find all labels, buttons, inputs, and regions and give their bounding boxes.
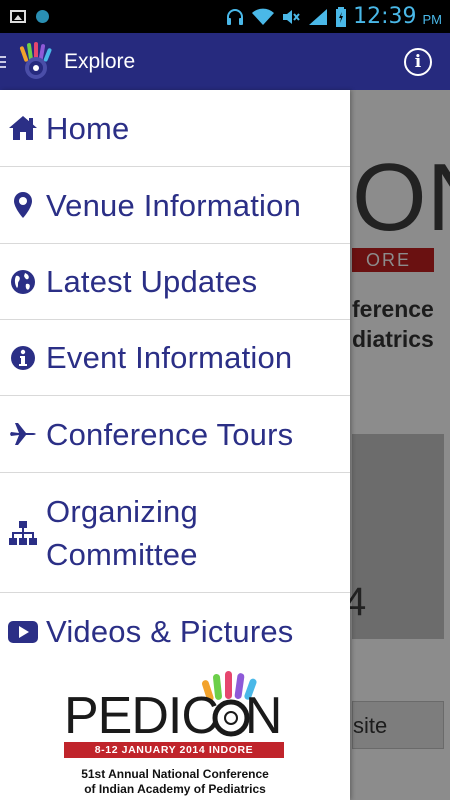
plane-icon [0, 421, 46, 447]
pedicon-logo: PEDIC N 8-12 JANUARY 2014 INDORE 51st An… [0, 662, 350, 800]
info-circle-icon [0, 345, 46, 371]
battery-icon [336, 6, 347, 27]
menu-icon[interactable] [0, 55, 6, 68]
drawer-item-videos-pictures[interactable]: Videos & Pictures [0, 593, 350, 670]
pedicon-dates: 8-12 JANUARY 2014 INDORE [64, 742, 284, 758]
page-title: Explore [64, 49, 136, 73]
pedicon-subtitle-2: of Indian Academy of Pediatrics [84, 782, 266, 796]
pedicon-subtitle-1: 51st Annual National Conference [81, 767, 269, 781]
wifi-icon [252, 8, 275, 25]
drawer-item-venue-information[interactable]: Venue Information [0, 167, 350, 244]
drawer-item-label: Conference Tours [46, 416, 294, 452]
drawer-item-conference-tours[interactable]: Conference Tours [0, 396, 350, 473]
app-logo-icon[interactable] [16, 41, 54, 82]
image-icon [10, 10, 26, 23]
drawer-item-latest-updates[interactable]: Latest Updates [0, 244, 350, 320]
drawer-item-label: Venue Information [46, 187, 302, 223]
home-icon [0, 115, 46, 141]
drawer-item-organizing-committee[interactable]: Organizing Committee [0, 473, 350, 593]
drawer-item-label: Event Information [46, 340, 293, 375]
mute-icon [283, 9, 300, 24]
info-icon: i [414, 51, 422, 72]
background-ribbon: ORE [352, 248, 434, 272]
drawer-item-label: Home [46, 110, 130, 146]
signal-icon [309, 8, 328, 25]
drawer-item-label: Videos & Pictures [46, 614, 294, 649]
status-bar: 12:39 PM [0, 0, 450, 33]
background-line-1: ference [352, 296, 434, 322]
drawer-item-label: Organizing Committee [46, 493, 198, 572]
map-marker-icon [0, 191, 46, 219]
navigation-drawer: Home Venue Information Latest Updates Ev… [0, 90, 350, 800]
app-dot-icon [36, 10, 49, 23]
background-line-2: diatrics [352, 326, 434, 352]
background-logo-text: ON [352, 144, 450, 251]
info-button[interactable]: i [404, 47, 432, 76]
background-site-button: site [352, 701, 444, 749]
action-bar: Explore i [0, 33, 450, 90]
stethoscope-icon [212, 699, 250, 737]
status-time: 12:39 [353, 4, 417, 29]
drawer-item-event-information[interactable]: Event Information [0, 320, 350, 396]
video-icon [0, 620, 46, 644]
drawer-item-home[interactable]: Home [0, 90, 350, 167]
drawer-item-label: Latest Updates [46, 264, 258, 299]
sitemap-icon [0, 520, 46, 546]
status-ampm: PM [422, 12, 443, 27]
headset-icon [227, 8, 244, 25]
globe-icon [0, 269, 46, 295]
